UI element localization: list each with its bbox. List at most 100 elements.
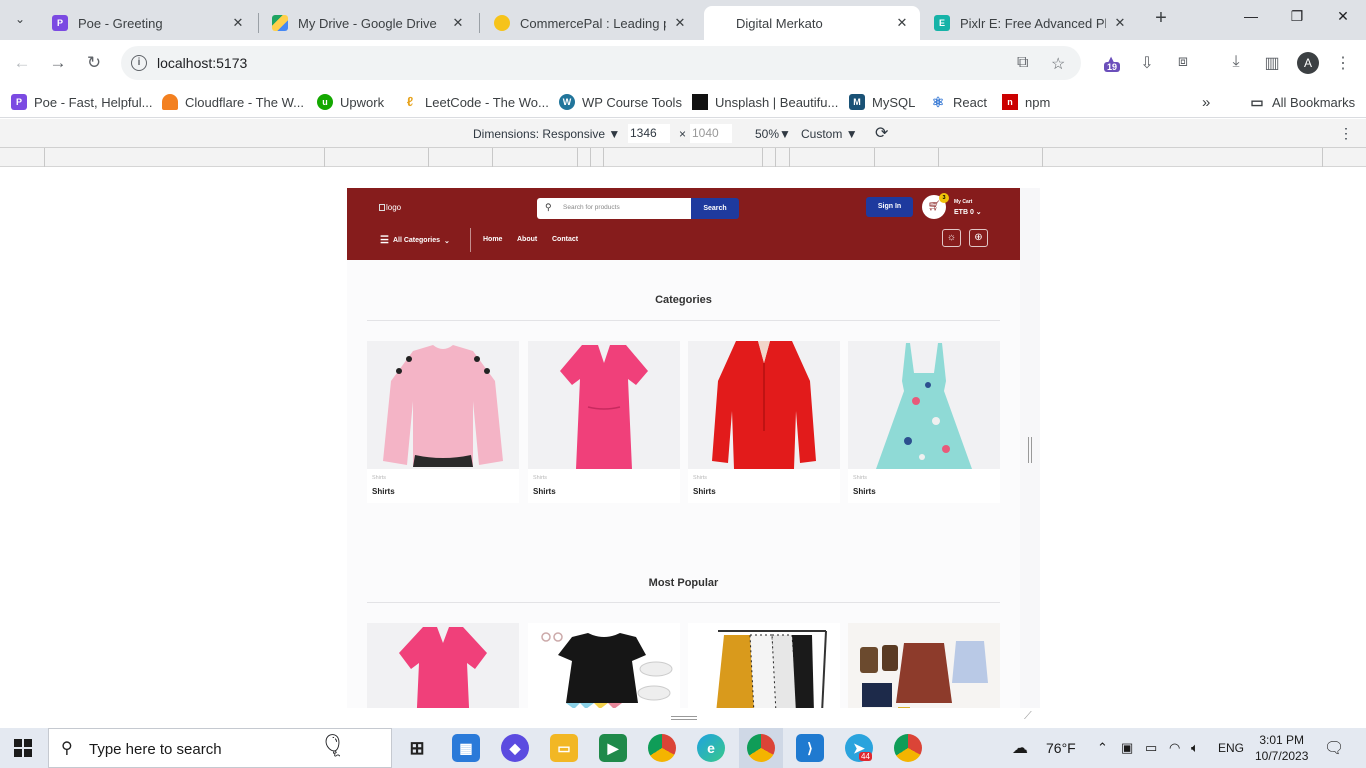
tray-chevron-up-icon[interactable]: ⌃ [1097,740,1108,756]
right-resize-handle[interactable] [1028,437,1032,463]
back-arrow-icon[interactable]: ← [9,50,35,76]
bookmark-react[interactable]: ⚛ React [930,92,987,112]
rotate-icon[interactable]: ⟳ [875,123,888,143]
side-panel-icon[interactable]: ▥ [1261,53,1283,73]
menu-kebab-icon[interactable]: ⋮ [1332,53,1354,73]
bookmark-label: LeetCode - The Wo... [425,94,549,110]
bookmarks-overflow-icon[interactable]: » [1202,92,1210,112]
all-bookmarks[interactable]: ▭ All Bookmarks [1249,92,1355,112]
language-globe-icon[interactable]: ⊕ [969,229,988,247]
section-divider [367,602,1000,603]
upwork-icon: u [317,94,333,110]
address-bar[interactable]: i localhost:5173 ⧉ ☆ [121,46,1081,80]
category-card[interactable]: Shirts Shirts [367,341,519,503]
file-explorer-icon[interactable]: ▭ [550,734,578,762]
forward-arrow-icon[interactable]: → [45,50,71,76]
product-search-input[interactable]: ⚲ Search for products [537,198,691,219]
throttle-select[interactable]: Custom ▼ [801,127,858,141]
category-card[interactable]: Shirts Shirts [688,341,840,503]
close-icon[interactable]: ✕ [672,15,688,31]
meet-icon[interactable]: ▶ [599,734,627,762]
theme-sun-icon[interactable]: ☼ [942,229,961,247]
bookmark-upwork[interactable]: u Upwork [317,92,384,112]
open-external-icon[interactable]: ⧉ [1017,54,1028,72]
edge-icon[interactable]: e [697,734,725,762]
chrome-profile-icon[interactable] [894,734,922,762]
close-icon[interactable]: ✕ [450,15,466,31]
reload-icon[interactable]: ↻ [81,50,107,76]
cart-total[interactable]: ETB 0 ⌄ [954,208,982,216]
width-input[interactable]: 1346 [628,124,670,143]
tab-commercepal[interactable]: CommercePal : Leading pla ✕ [482,6,698,40]
language-indicator[interactable]: ENG [1218,741,1244,755]
task-view-icon[interactable]: ⊞ [403,734,431,762]
extensions-puzzle-icon[interactable]: ⧈ [1172,53,1194,71]
close-icon[interactable]: ✕ [894,15,910,31]
downloads-icon[interactable]: ⤓ [1225,53,1247,71]
bookmark-mysql[interactable]: M MySQL [849,92,915,112]
close-icon[interactable]: ✕ [230,15,246,31]
windows-start-icon[interactable] [14,739,32,757]
bookmark-wp-course-tools[interactable]: W WP Course Tools [559,92,682,112]
category-name: Shirts [372,487,395,496]
sign-in-button[interactable]: Sign In [866,197,913,217]
battery-icon[interactable]: ▭ [1145,740,1157,756]
tab-poe[interactable]: P Poe - Greeting ✕ [40,6,256,40]
weather-icon[interactable]: ☁ [1012,738,1028,758]
nav-contact[interactable]: Contact [552,236,578,243]
nav-home[interactable]: Home [483,236,502,243]
mysql-icon: M [849,94,865,110]
bookmark-unsplash[interactable]: Unsplash | Beautifu... [692,92,838,112]
corner-resize-handle[interactable]: ⟋ [1024,710,1036,722]
bookmark-poe[interactable]: P Poe - Fast, Helpful... [11,92,153,112]
new-tab-plus-icon[interactable]: + [1150,8,1172,30]
microsoft-store-icon[interactable]: ▦ [452,734,480,762]
tab-digital-merkato[interactable]: Digital Merkato ✕ [704,6,920,40]
logo-image[interactable]: logo [379,203,401,212]
minimize-icon[interactable]: — [1236,8,1266,32]
clock[interactable]: 3:01 PM 10/7/2023 [1255,732,1308,764]
nav-about[interactable]: About [517,236,537,243]
wifi-icon[interactable]: ◠ [1169,740,1180,756]
category-card[interactable]: Shirts Shirts [528,341,680,503]
chrome-icon[interactable] [648,734,676,762]
product-card[interactable] [367,623,519,708]
product-card[interactable] [688,623,840,708]
chrome-active-icon[interactable] [747,734,775,762]
tab-search-chevron-icon[interactable]: ⌄ [8,7,32,31]
restore-icon[interactable]: ❐ [1282,8,1312,32]
product-card[interactable] [528,623,680,708]
taskbar-search-box[interactable]: ⚲ Type here to search 🎈︎ [48,728,392,768]
windows-taskbar: ⚲ Type here to search 🎈︎ ⊞ ▦ ◆ ▭ ▶ e ⟩ ➤… [0,728,1366,768]
height-input[interactable]: 1040 [690,124,732,143]
bookmark-npm[interactable]: n npm [1002,92,1050,112]
copilot-icon[interactable]: ◆ [501,734,529,762]
profile-avatar[interactable]: A [1297,52,1319,74]
all-categories-menu[interactable]: ☰ All Categories ⌄ [380,235,450,246]
bookmark-label: Cloudflare - The W... [185,94,304,110]
tab-pixlr[interactable]: E Pixlr E: Free Advanced Phot ✕ [922,6,1138,40]
bookmark-leetcode[interactable]: ℓ LeetCode - The Wo... [402,92,549,112]
zoom-select[interactable]: 50%▼ [755,127,791,141]
window-close-icon[interactable]: ✕ [1328,8,1358,32]
category-card[interactable]: Shirts Shirts [848,341,1000,503]
category-subtitle: Shirts [533,475,548,481]
search-button[interactable]: Search [691,198,739,219]
notifications-icon[interactable]: 🗨︎ [1324,738,1344,758]
bookmark-cloudflare[interactable]: Cloudflare - The W... [162,92,304,112]
meet-now-icon[interactable]: ▣ [1121,740,1133,756]
product-card[interactable] [848,623,1000,708]
logo-alt-text: logo [386,203,402,212]
devtools-more-icon[interactable]: ⋮ [1339,125,1353,142]
volume-icon[interactable]: 🔈︎ [1191,740,1199,756]
dimensions-select[interactable]: Dimensions: Responsive ▼ [473,127,620,141]
close-icon[interactable]: ✕ [1112,15,1128,31]
extension-download-icon[interactable]: ⇩ [1136,53,1158,73]
bookmark-star-icon[interactable]: ☆ [1051,54,1065,74]
site-info-icon[interactable]: i [131,55,147,71]
tab-google-drive[interactable]: My Drive - Google Drive ✕ [260,6,476,40]
bottom-resize-handle[interactable] [671,716,697,720]
weather-temp[interactable]: 76°F [1046,740,1076,756]
throttle-label: Custom [801,127,843,141]
vscode-icon[interactable]: ⟩ [796,734,824,762]
